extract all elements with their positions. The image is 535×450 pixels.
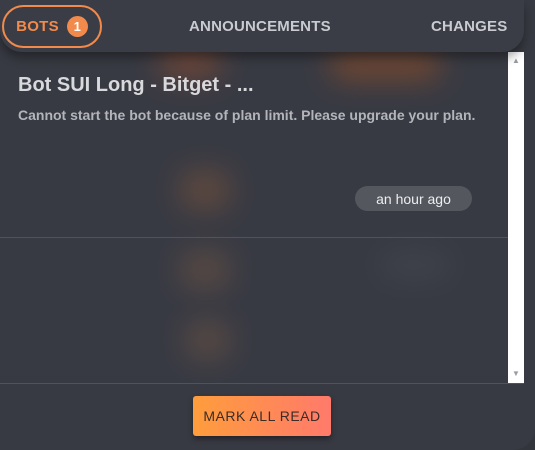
scrollbar[interactable]: ▲ ▼ (508, 52, 524, 383)
footer-divider (0, 383, 524, 384)
notification-list: Bot SUI Long - Bitget - ... Cannot start… (0, 52, 508, 383)
notification-time: an hour ago (355, 186, 472, 211)
tab-announcements[interactable]: ANNOUNCEMENTS (189, 18, 331, 35)
scroll-down-icon[interactable]: ▼ (508, 367, 524, 381)
tab-bar: BOTS 1 ANNOUNCEMENTS CHANGES (0, 0, 524, 52)
notification-title: Bot SUI Long - Bitget - ... (18, 74, 254, 96)
scroll-up-icon[interactable]: ▲ (508, 54, 524, 68)
mark-all-read-button[interactable]: MARK ALL READ (193, 396, 331, 436)
tab-bots-label: BOTS (16, 18, 59, 35)
notification-item[interactable]: Bot SUI Long - Bitget - ... Cannot start… (0, 52, 508, 238)
tab-bots[interactable]: BOTS 1 (2, 5, 102, 48)
unread-count-badge: 1 (66, 16, 88, 37)
tab-changes[interactable]: CHANGES (431, 18, 507, 35)
notification-body: Cannot start the bot because of plan lim… (18, 107, 476, 123)
notifications-panel: BOTS 1 ANNOUNCEMENTS CHANGES Bot SUI Lon… (0, 0, 535, 450)
